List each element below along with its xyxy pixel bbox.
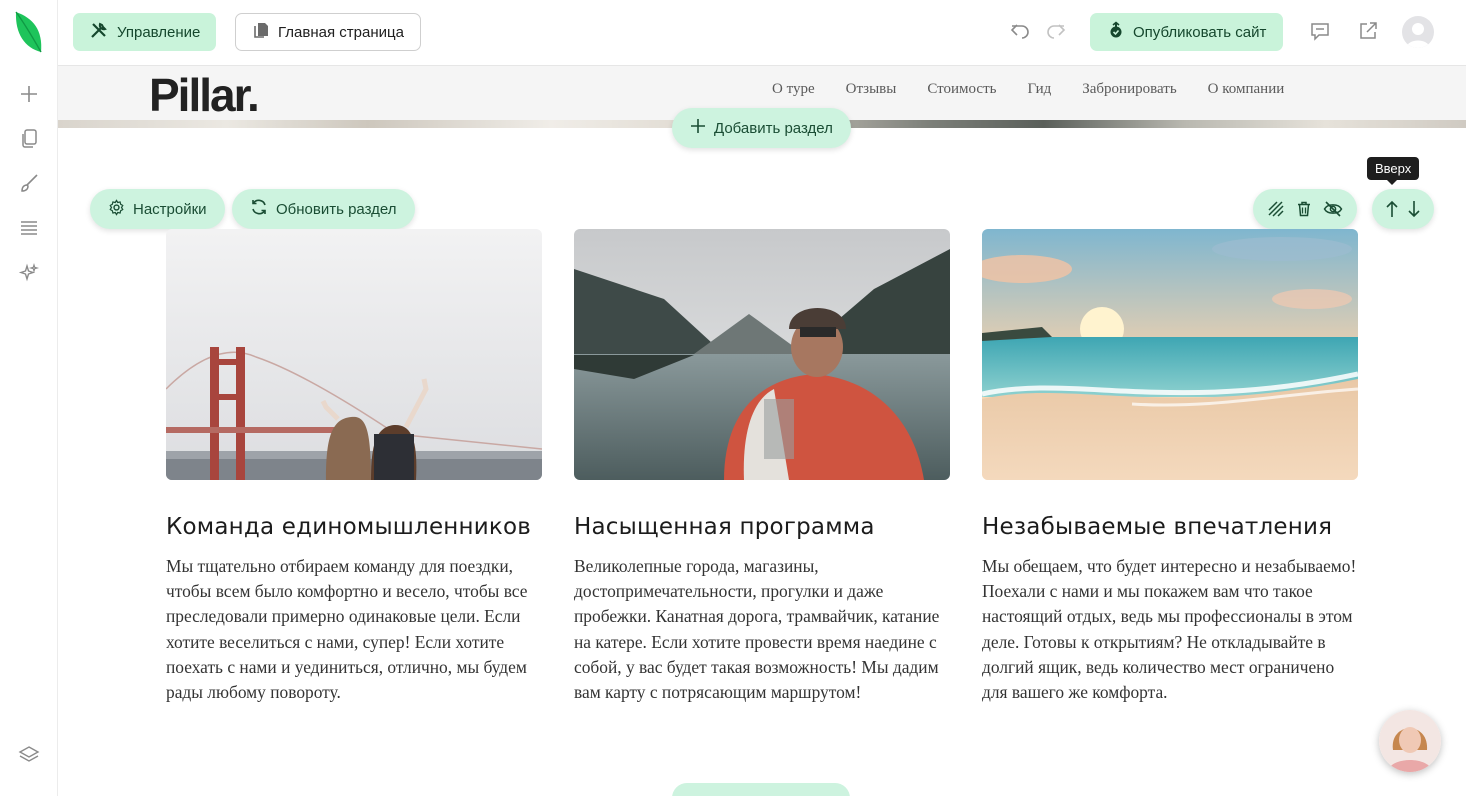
undo-icon[interactable] — [1007, 18, 1033, 44]
publish-button-label: Опубликовать сайт — [1133, 23, 1267, 41]
nav-item-price[interactable]: Стоимость — [927, 81, 996, 98]
feature-card: Незабываемые впечатления Мы обещаем, что… — [982, 229, 1358, 705]
card-image-beach — [982, 229, 1358, 480]
trash-icon[interactable] — [1295, 200, 1313, 218]
chat-assistant-avatar[interactable] — [1379, 710, 1441, 772]
settings-label: Настройки — [133, 200, 207, 218]
card-text: Мы тщательно отбираем команду для поездк… — [166, 556, 528, 703]
add-section-button[interactable]: Добавить раздел — [672, 108, 851, 148]
publish-button[interactable]: Опубликовать сайт — [1090, 13, 1284, 51]
nav-item-reviews[interactable]: Отзывы — [846, 81, 897, 98]
arrow-up-icon[interactable] — [1385, 200, 1399, 218]
stack-icon[interactable] — [15, 741, 43, 769]
pages-icon[interactable] — [15, 124, 43, 152]
hide-icon[interactable] — [1323, 200, 1343, 218]
card-title: Насыщенная программа — [574, 514, 875, 540]
site-logo[interactable]: Pillar. — [149, 68, 260, 122]
publish-icon — [1107, 21, 1125, 43]
page-selector-button[interactable]: Главная страница — [235, 13, 421, 51]
redo-icon[interactable] — [1043, 18, 1069, 44]
pattern-icon[interactable] — [1267, 200, 1285, 218]
refresh-section-button[interactable]: Обновить раздел — [232, 189, 415, 229]
move-section-group — [1372, 189, 1434, 229]
card-title: Незабываемые впечатления — [982, 514, 1333, 540]
add-section-label: Добавить раздел — [714, 119, 833, 137]
arrow-down-icon[interactable] — [1407, 200, 1421, 218]
card-title: Команда единомышленников — [166, 514, 532, 540]
comment-icon[interactable] — [1307, 18, 1333, 44]
user-avatar[interactable] — [1402, 16, 1434, 48]
site-nav: О туре Отзывы Стоимость Гид Забронироват… — [772, 81, 1284, 98]
section-tools-group — [1253, 189, 1357, 229]
feature-card: Насыщенная программа Великолепные города… — [574, 229, 950, 705]
layers-list-icon[interactable] — [15, 214, 43, 242]
left-rail — [0, 0, 58, 796]
card-text: Мы обещаем, что будет интересно и незабы… — [982, 556, 1357, 703]
nav-item-guide[interactable]: Гид — [1027, 81, 1051, 98]
card-image-mountains — [574, 229, 950, 480]
manage-button[interactable]: Управление — [73, 13, 217, 51]
manage-button-label: Управление — [117, 23, 201, 41]
sparkles-icon[interactable] — [15, 259, 43, 287]
nav-item-tour[interactable]: О туре — [772, 81, 815, 98]
nav-item-about[interactable]: О компании — [1208, 81, 1285, 98]
page-selector-label: Главная страница — [278, 23, 404, 41]
card-image-bridge — [166, 229, 542, 480]
card-text: Великолепные города, магазины, достоприм… — [574, 556, 940, 703]
external-link-icon[interactable] — [1355, 18, 1381, 44]
tooltip: Вверх — [1367, 157, 1420, 185]
refresh-icon — [250, 198, 268, 220]
page-icon — [252, 21, 270, 43]
brush-icon[interactable] — [15, 169, 43, 197]
nav-item-book[interactable]: Забронировать — [1082, 81, 1176, 98]
leaf-logo[interactable] — [13, 10, 45, 54]
feature-card: Команда единомышленников Мы тщательно от… — [166, 229, 542, 705]
tools-icon — [89, 20, 109, 44]
refresh-section-label: Обновить раздел — [276, 200, 397, 218]
add-section-button-bottom[interactable] — [672, 783, 850, 796]
gear-icon — [108, 198, 125, 220]
section-settings-button[interactable]: Настройки — [90, 189, 225, 229]
plus-icon[interactable] — [15, 80, 43, 108]
plus-icon — [690, 118, 706, 138]
editor-toolbar: Управление Главная страница Опубликовать… — [58, 0, 1466, 66]
